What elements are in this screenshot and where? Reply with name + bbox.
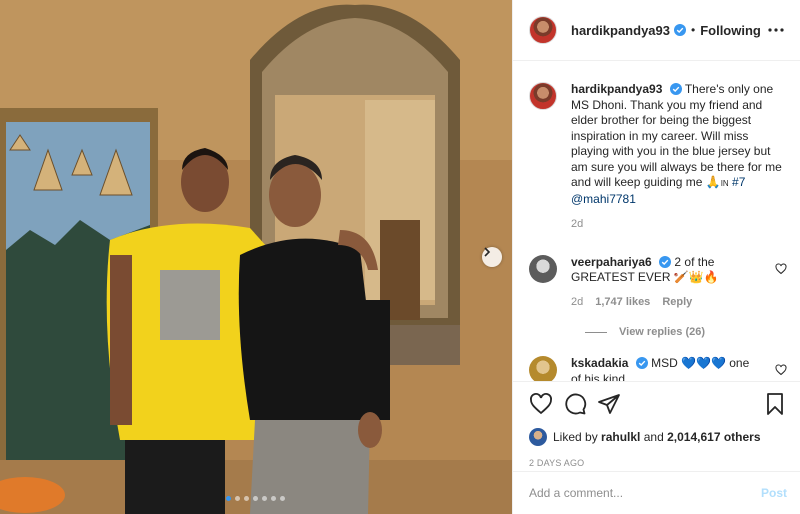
chevron-right-icon: [484, 247, 491, 257]
following-button[interactable]: Following: [700, 23, 761, 38]
verified-icon: [659, 255, 672, 268]
comment-like-icon[interactable]: [775, 262, 787, 275]
commenter-avatar[interactable]: [529, 254, 557, 283]
caption-in-label: IN: [720, 179, 729, 188]
more-icon: [768, 28, 784, 32]
post-caption: hardikpandya93 There's only one MS Dhoni…: [529, 62, 787, 233]
carousel-dot[interactable]: [244, 496, 249, 501]
carousel-dot[interactable]: [226, 496, 231, 501]
verified-icon: [635, 357, 648, 369]
liked-by-prefix: Liked by: [553, 430, 598, 444]
carousel-dots: [226, 496, 285, 501]
share-icon[interactable]: [597, 392, 621, 416]
author-avatar[interactable]: [529, 16, 557, 44]
comment-username[interactable]: kskadakia: [571, 356, 628, 370]
photo-scene: [0, 0, 512, 514]
post-photo: [0, 0, 512, 514]
replies-line: [585, 331, 607, 333]
next-photo-button[interactable]: [482, 247, 502, 267]
reply-button[interactable]: Reply: [662, 295, 692, 311]
post-panel: hardikpandya93 • Following hardikpandya9…: [512, 0, 800, 514]
likes-summary: Liked by rahulkl and 2,014,617 others: [529, 428, 787, 446]
view-replies-button[interactable]: View replies (26): [585, 326, 787, 338]
caption-text: There's only one MS Dhoni. Thank you my …: [571, 82, 782, 189]
carousel-dot[interactable]: [280, 496, 285, 501]
carousel-dot[interactable]: [235, 496, 240, 501]
caption-mention[interactable]: @mahi7781: [571, 192, 636, 206]
caption-username[interactable]: hardikpandya93: [571, 82, 662, 96]
more-options-button[interactable]: [766, 20, 786, 40]
post-comment-button[interactable]: Post: [761, 486, 787, 500]
comments-section[interactable]: hardikpandya93 There's only one MS Dhoni…: [513, 62, 800, 382]
post-actions: Liked by rahulkl and 2,014,617 others 2 …: [513, 381, 800, 471]
verified-icon: [674, 24, 686, 36]
bookmark-icon[interactable]: [763, 392, 787, 416]
separator-dot: •: [691, 23, 696, 37]
comment-likes[interactable]: 1,747 likes: [595, 295, 650, 311]
carousel-dot[interactable]: [262, 496, 267, 501]
add-comment-bar: Post: [513, 471, 800, 514]
verified-icon: [669, 83, 682, 95]
post-header: hardikpandya93 • Following: [513, 0, 800, 61]
liked-by-and: and: [643, 430, 664, 444]
likes-count[interactable]: 2,014,617 others: [667, 430, 760, 444]
comment-time: 2d: [571, 295, 584, 308]
caption-time: 2d: [571, 218, 584, 230]
comment-icon[interactable]: [563, 392, 587, 416]
author-username[interactable]: hardikpandya93: [571, 23, 670, 38]
liked-by-user[interactable]: rahulkl: [601, 430, 640, 444]
carousel-dot[interactable]: [271, 496, 276, 501]
caption-hashtag[interactable]: #7: [732, 175, 745, 189]
post-timestamp: 2 DAYS AGO: [529, 458, 585, 468]
caption-avatar[interactable]: [529, 82, 557, 110]
heart-icon[interactable]: [529, 392, 553, 416]
carousel-dot[interactable]: [253, 496, 258, 501]
commenter-avatar[interactable]: [529, 356, 557, 382]
view-replies-label: View replies (26): [619, 326, 706, 338]
liker-avatar[interactable]: [529, 428, 547, 446]
add-comment-input[interactable]: [529, 486, 761, 500]
comment-item: kskadakia MSD 💙💙💙 one of his kind: [529, 356, 787, 382]
comment-item: veerpahariya6 2 of the GREATEST EVER 🏏👑🔥…: [529, 254, 787, 311]
comment-username[interactable]: veerpahariya6: [571, 255, 652, 269]
comment-like-icon[interactable]: [775, 364, 787, 376]
